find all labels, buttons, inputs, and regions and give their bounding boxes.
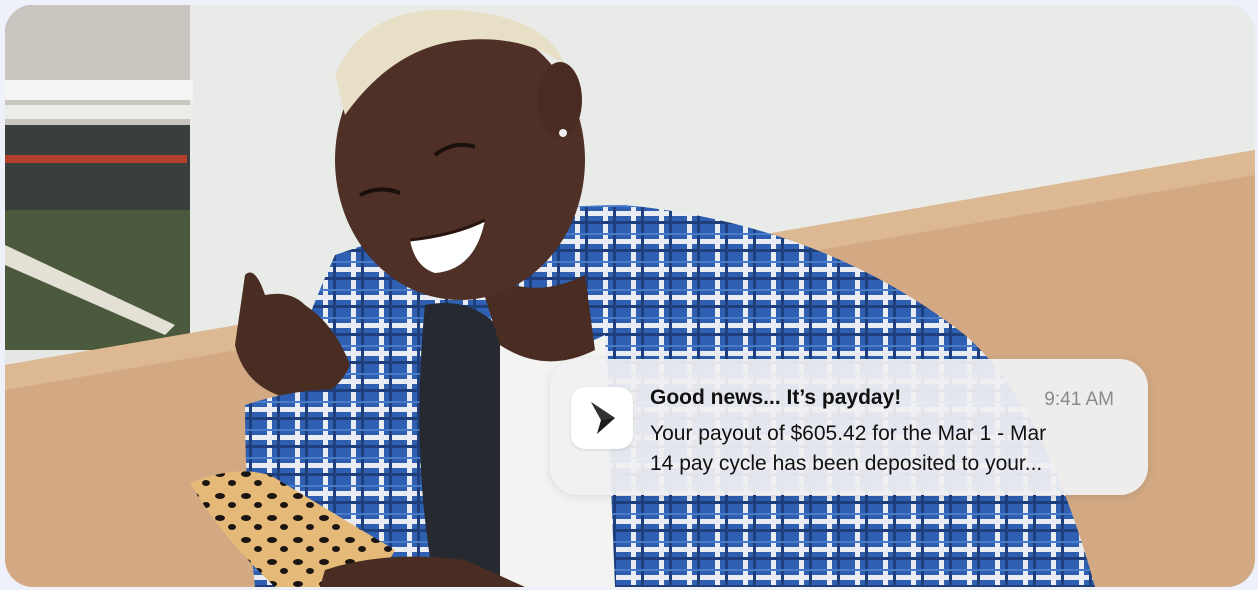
notification-title: Good news... It’s payday!: [650, 386, 902, 409]
notification-body-line: Your payout of $605.42 for the Mar 1 - M…: [650, 422, 1047, 445]
notification-body-line: 14 pay cycle has been deposited to your.…: [650, 452, 1043, 475]
chevron-right-icon: [591, 402, 615, 434]
hero-image-frame: Good news... It’s payday! 9:41 AM Your p…: [5, 5, 1255, 587]
app-icon: [571, 387, 633, 449]
notification-time: 9:41 AM: [1044, 389, 1114, 410]
notification-body: Your payout of $605.42 for the Mar 1 - M…: [650, 419, 1120, 479]
photo-person-with-phone: [5, 5, 1255, 587]
push-notification[interactable]: Good news... It’s payday! 9:41 AM Your p…: [550, 359, 1148, 495]
